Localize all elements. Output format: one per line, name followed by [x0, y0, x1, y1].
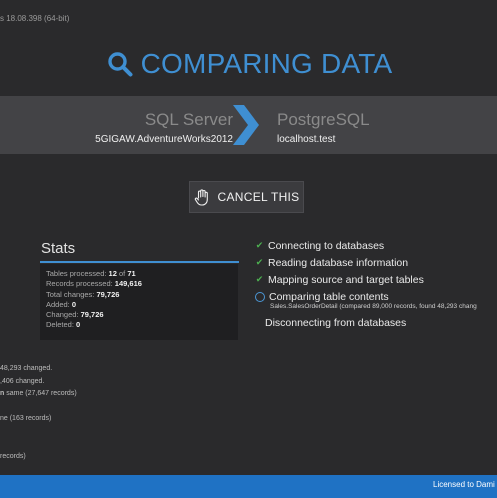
- license-label: Licensed to Dami: [433, 480, 495, 489]
- target-db-name: localhost.test: [277, 134, 336, 145]
- cancel-button[interactable]: CANCEL THIS: [189, 181, 304, 213]
- status-bar: Licensed to Dami: [0, 475, 497, 498]
- target-database: PostgreSQL localhost.test: [277, 110, 370, 145]
- database-band: SQL Server 5GIGAW.AdventureWorks2012 Pos…: [0, 96, 497, 154]
- checkmark-icon: ✔: [255, 257, 264, 267]
- stats-total-changes-row: Total changes: 79,726: [46, 289, 120, 299]
- spinner-icon: [255, 291, 265, 302]
- stats-added-row: Added: 0: [46, 299, 77, 309]
- search-icon: [107, 52, 133, 77]
- step-mapping: ✔ Mapping source and target tables: [255, 273, 424, 286]
- step-reading: ✔ Reading database information: [255, 256, 409, 269]
- source-database: SQL Server 5GIGAW.AdventureWorks2012: [95, 110, 233, 145]
- chevron-right-icon: [233, 105, 259, 145]
- source-db-type: SQL Server: [144, 110, 233, 129]
- cancel-button-label: CANCEL THIS: [217, 190, 300, 204]
- log-line: n same (27,647 records): [0, 390, 77, 397]
- version-label: s 18.08.398 (64-bit): [0, 14, 70, 23]
- stats-changed-row: Changed: 79,726: [46, 310, 104, 320]
- step-disconnecting: Disconnecting from databases: [265, 316, 407, 329]
- log-line: 48,293 changed.: [0, 365, 53, 372]
- stats-panel: Tables processed: 12 of 71 Records proce…: [40, 264, 238, 340]
- page-title-text: COMPARING DATA: [140, 48, 393, 79]
- stats-title: Stats: [41, 240, 76, 257]
- stats-deleted-row: Deleted: 0: [46, 320, 81, 330]
- app-window: s 18.08.398 (64-bit) COMPARING DATA SQL …: [0, 0, 497, 498]
- stats-tables-row: Tables processed: 12 of 71: [46, 269, 136, 278]
- page-title: COMPARING DATA: [0, 48, 497, 80]
- log-panel: 48,293 changed. ,406 changed. n same (27…: [0, 363, 77, 463]
- log-line: ,406 changed.: [0, 377, 45, 385]
- log-line: ne (163 records): [0, 415, 52, 422]
- checkmark-icon: ✔: [255, 240, 264, 250]
- log-line: records): [0, 452, 26, 460]
- step-comparing-detail: Sales.SalesOrderDetail (compared 89,000 …: [270, 303, 477, 310]
- target-db-type: PostgreSQL: [277, 110, 370, 129]
- source-db-name: 5GIGAW.AdventureWorks2012: [95, 134, 233, 145]
- hand-icon: [194, 188, 208, 206]
- checkmark-icon: ✔: [255, 274, 264, 284]
- stats-records-row: Records processed: 149,616: [46, 279, 142, 289]
- progress-steps: ✔ Connecting to databases ✔ Reading data…: [254, 237, 477, 331]
- stats-divider: [40, 261, 239, 263]
- step-connecting: ✔ Connecting to databases: [255, 239, 385, 252]
